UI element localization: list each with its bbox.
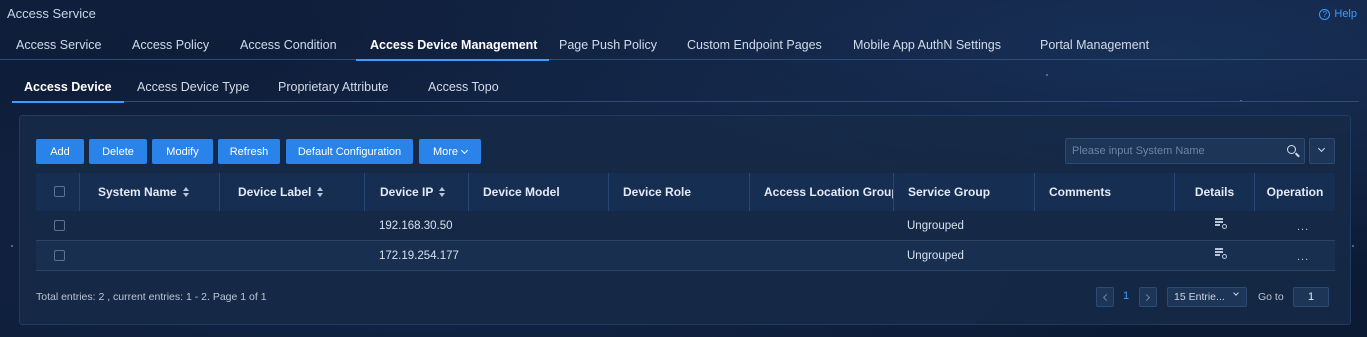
column-header-details: Details: [1174, 173, 1254, 211]
operation-menu[interactable]: ...: [1297, 251, 1309, 263]
more-label: More: [432, 145, 459, 158]
chevron-down-icon: [1233, 290, 1239, 296]
column-header-device-model: Device Model: [468, 173, 608, 211]
table-header: System Name Device Label Device IP Devic…: [36, 173, 1335, 211]
details-icon[interactable]: [1215, 218, 1227, 229]
column-header-access-location-group: Access Location Group: [749, 173, 893, 211]
help-link[interactable]: ? Help: [1319, 8, 1357, 20]
tab-access-condition[interactable]: Access Condition: [240, 38, 337, 60]
column-header-device-ip[interactable]: Device IP: [364, 173, 468, 211]
page-number[interactable]: 1: [1123, 290, 1129, 302]
subtab-access-device[interactable]: Access Device: [12, 80, 124, 103]
tab-access-policy[interactable]: Access Policy: [132, 38, 209, 60]
column-header-operation: Operation: [1254, 173, 1335, 211]
content-panel: Add Delete Modify Refresh Default Config…: [19, 115, 1351, 325]
main-tabs: Access Service Access Policy Access Cond…: [0, 30, 1367, 61]
column-header-system-name[interactable]: System Name: [79, 173, 219, 211]
app-title: Access Service: [7, 6, 96, 21]
tab-custom-endpoint-pages[interactable]: Custom Endpoint Pages: [687, 38, 822, 60]
row-checkbox[interactable]: [54, 220, 65, 231]
operation-menu[interactable]: ...: [1297, 221, 1309, 233]
search-input[interactable]: [1066, 139, 1276, 163]
column-header-device-label[interactable]: Device Label: [219, 173, 364, 211]
search-options-button[interactable]: [1309, 138, 1335, 164]
search-icon[interactable]: [1287, 145, 1296, 154]
page-size-value: 15 Entrie...: [1174, 291, 1225, 303]
column-header-comments: Comments: [1034, 173, 1174, 211]
tab-access-device-management[interactable]: Access Device Management: [355, 38, 550, 61]
column-header-device-role: Device Role: [608, 173, 749, 211]
cell-device-ip: 172.19.254.177: [379, 250, 459, 262]
goto-page-input[interactable]: [1293, 287, 1329, 307]
help-label: Help: [1334, 8, 1357, 20]
refresh-button[interactable]: Refresh: [218, 139, 280, 164]
subtab-access-device-type[interactable]: Access Device Type: [137, 80, 249, 102]
pagination-summary: Total entries: 2 , current entries: 1 - …: [36, 291, 267, 303]
search-box: [1065, 138, 1305, 164]
sort-icon[interactable]: [317, 187, 324, 197]
chevron-right-icon: [1142, 293, 1151, 302]
chevron-down-icon: [1317, 144, 1326, 153]
subtab-proprietary-attribute[interactable]: Proprietary Attribute: [278, 80, 388, 102]
tab-page-push-policy[interactable]: Page Push Policy: [559, 38, 657, 60]
chevron-left-icon: [1102, 293, 1111, 302]
star-decoration: [1352, 245, 1354, 247]
goto-label: Go to: [1258, 291, 1284, 303]
tab-access-service[interactable]: Access Service: [16, 38, 101, 60]
page-size-select[interactable]: 15 Entrie...: [1167, 287, 1247, 307]
device-table: System Name Device Label Device IP Devic…: [36, 173, 1335, 271]
more-button[interactable]: More: [419, 139, 481, 164]
row-checkbox[interactable]: [54, 250, 65, 261]
modify-button[interactable]: Modify: [152, 139, 213, 164]
subtab-access-topo[interactable]: Access Topo: [428, 80, 499, 102]
question-circle-icon: ?: [1319, 8, 1331, 20]
top-bar: Access Service ? Help: [0, 0, 1367, 28]
cell-device-ip: 192.168.30.50: [379, 220, 453, 232]
sub-tabs: Access Device Access Device Type Proprie…: [12, 72, 1359, 103]
table-row[interactable]: 172.19.254.177 Ungrouped ...: [36, 241, 1335, 271]
column-header-service-group: Service Group: [893, 173, 1034, 211]
default-configuration-button[interactable]: Default Configuration: [286, 139, 413, 164]
cell-service-group: Ungrouped: [907, 250, 964, 262]
cell-service-group: Ungrouped: [907, 220, 964, 232]
sort-icon[interactable]: [439, 187, 446, 197]
chevron-down-icon: [460, 146, 469, 154]
tab-mobile-app-authn-settings[interactable]: Mobile App AuthN Settings: [853, 38, 1001, 60]
table-row[interactable]: 192.168.30.50 Ungrouped ...: [36, 211, 1335, 241]
select-all-checkbox[interactable]: [54, 186, 65, 197]
prev-page-button[interactable]: [1096, 287, 1114, 307]
sort-icon[interactable]: [182, 187, 189, 197]
next-page-button[interactable]: [1139, 287, 1157, 307]
tab-portal-management[interactable]: Portal Management: [1040, 38, 1149, 60]
add-button[interactable]: Add: [36, 139, 84, 164]
details-icon[interactable]: [1215, 248, 1227, 259]
delete-button[interactable]: Delete: [89, 139, 147, 164]
star-decoration: [11, 245, 13, 247]
